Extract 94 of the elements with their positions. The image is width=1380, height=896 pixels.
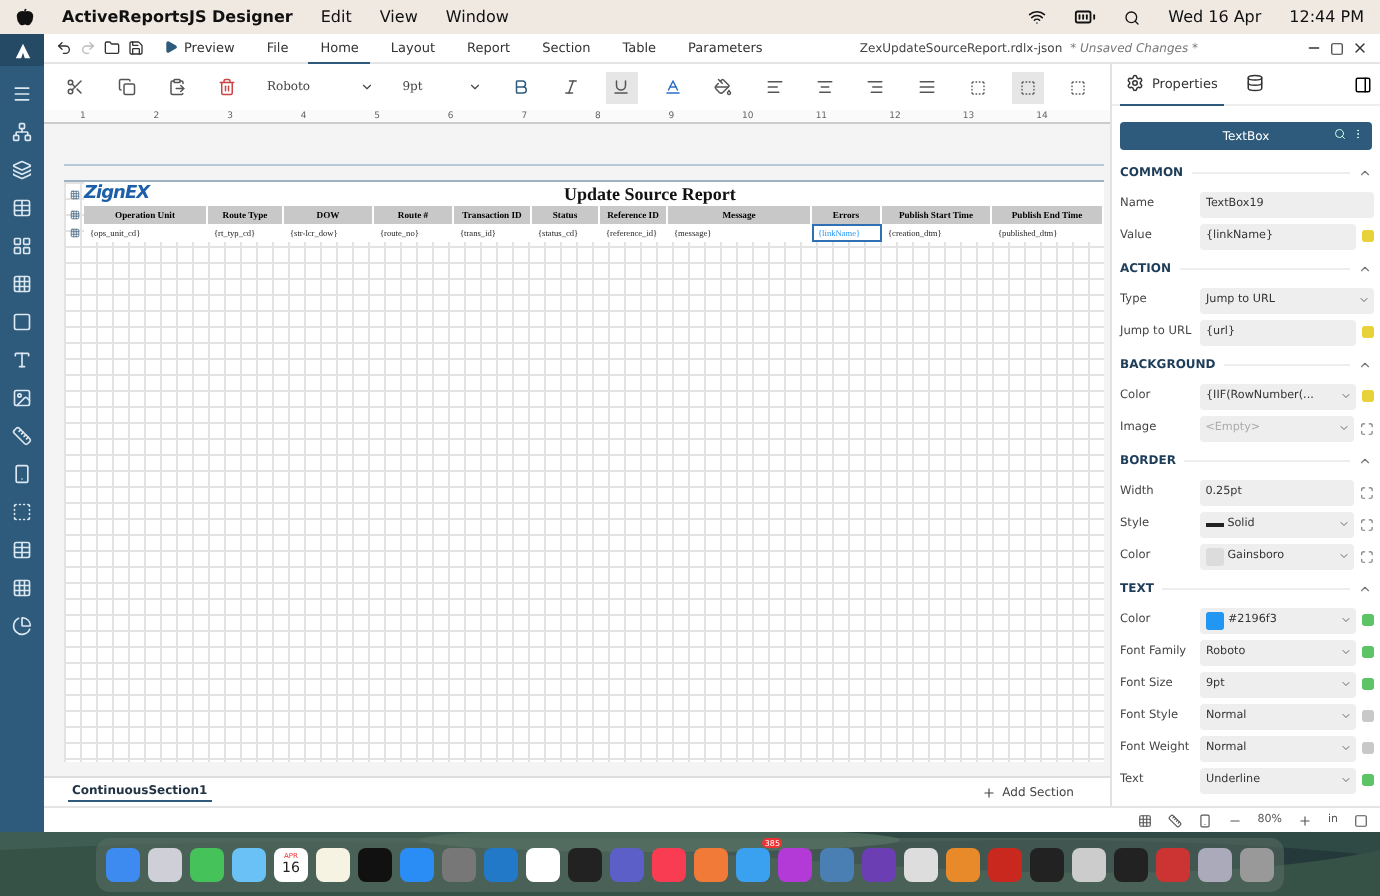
row-handle-icon[interactable] [69, 210, 79, 220]
chevron-down-icon [1340, 678, 1352, 690]
dashed-box-icon[interactable] [12, 502, 32, 522]
ruler-icon[interactable] [1167, 813, 1182, 827]
scissors-icon [66, 78, 85, 96]
chevron-down-icon [1340, 614, 1352, 626]
app-icon[interactable] [526, 847, 560, 881]
collapse-icon[interactable] [1358, 453, 1372, 467]
device-icon[interactable] [1197, 813, 1212, 827]
row-handle-icon[interactable] [69, 228, 79, 238]
app-icon[interactable] [190, 847, 224, 881]
italic-icon [562, 78, 581, 96]
report-title: Update Source Report [564, 184, 736, 204]
panel-toggle-icon[interactable] [1354, 75, 1372, 93]
battery-icon[interactable] [1074, 6, 1097, 28]
justify-icon [917, 78, 936, 96]
chevron-down-icon [360, 80, 375, 94]
grid-icon[interactable] [12, 236, 32, 256]
align-center-icon [815, 78, 834, 96]
save-icon[interactable] [128, 40, 144, 56]
chevron-down-icon [1340, 390, 1352, 402]
maximize-icon[interactable] [1330, 41, 1344, 55]
app-icon[interactable] [358, 847, 392, 881]
underline-button[interactable] [606, 71, 638, 103]
menu-item[interactable]: Window [445, 8, 509, 26]
clipboard-icon [167, 78, 186, 96]
trash-icon [218, 78, 237, 96]
app-icon[interactable] [232, 847, 266, 881]
expand-icon[interactable] [1360, 517, 1374, 531]
line-style-icon [1205, 521, 1224, 527]
chevron-down-icon [1338, 550, 1351, 562]
menu-icon[interactable] [12, 84, 32, 104]
apple-logo-icon[interactable] [16, 8, 34, 26]
zoom-in-icon[interactable] [1297, 813, 1312, 827]
app-icon[interactable] [568, 847, 602, 881]
layers-icon[interactable] [12, 160, 32, 180]
app-icon[interactable] [946, 847, 980, 881]
chevron-down-icon [467, 80, 482, 94]
chevron-down-icon [1340, 646, 1352, 658]
app-icon[interactable] [1072, 847, 1106, 881]
table-icon[interactable] [12, 198, 32, 218]
company-logo: ZignEX [84, 184, 153, 204]
menubar-date[interactable]: Wed 16 Apr [1168, 8, 1262, 26]
app-icon[interactable] [148, 847, 182, 881]
chevron-down-icon [1358, 294, 1370, 306]
collapse-icon[interactable] [1358, 581, 1372, 595]
underline-icon [612, 78, 631, 96]
align-left-icon [765, 78, 784, 96]
dashed-box-icon [969, 79, 985, 95]
search-icon[interactable] [1124, 9, 1141, 25]
text-icon[interactable] [12, 350, 32, 370]
dashed-box-icon [1070, 79, 1087, 95]
chevron-down-icon [1338, 422, 1351, 434]
bold-icon [511, 78, 530, 96]
menu-item[interactable]: View [379, 8, 418, 26]
font-color-icon [663, 78, 682, 96]
chevron-down-icon [1340, 774, 1352, 786]
app-icon[interactable] [1240, 847, 1274, 881]
wifi-icon[interactable] [1028, 8, 1047, 26]
table-icon[interactable] [12, 540, 32, 560]
app-icon[interactable] [316, 847, 350, 881]
fit-icon[interactable] [1354, 813, 1368, 827]
menubar-time[interactable]: 12:44 PM [1289, 8, 1364, 26]
menu-item[interactable]: Edit [320, 8, 352, 26]
expand-icon[interactable] [1360, 549, 1374, 563]
grid-icon[interactable] [1137, 813, 1152, 827]
app-name[interactable]: ActiveReportsJS Designer [62, 8, 293, 26]
play-icon [164, 40, 178, 54]
hierarchy-icon[interactable] [12, 122, 32, 142]
close-icon[interactable] [1352, 40, 1368, 56]
paint-bucket-icon [714, 78, 733, 96]
collapse-icon[interactable] [1358, 357, 1372, 371]
database-icon [1245, 74, 1264, 92]
folder-icon[interactable] [104, 40, 120, 56]
square-icon[interactable] [12, 312, 32, 332]
expand-icon[interactable] [1360, 421, 1374, 435]
chevron-down-icon [1340, 742, 1352, 754]
image-icon[interactable] [12, 388, 32, 408]
copy-icon [117, 78, 136, 96]
dashed-box-icon [1019, 79, 1036, 95]
text-box-style-button[interactable] [1012, 71, 1044, 103]
app-icon[interactable] [1198, 847, 1232, 881]
collapse-icon[interactable] [1358, 165, 1372, 179]
app-icon[interactable] [904, 847, 938, 881]
row-handle-icon[interactable] [69, 189, 79, 199]
plus-icon [982, 785, 997, 799]
chevron-down-icon [1338, 518, 1351, 530]
align-right-icon [866, 78, 885, 96]
pie-chart-icon[interactable] [12, 616, 32, 636]
settings-icon [1126, 74, 1144, 92]
expand-icon[interactable] [1360, 485, 1374, 499]
collapse-icon[interactable] [1358, 261, 1372, 275]
chevron-down-icon [1340, 710, 1352, 722]
undo-icon[interactable] [56, 40, 72, 56]
